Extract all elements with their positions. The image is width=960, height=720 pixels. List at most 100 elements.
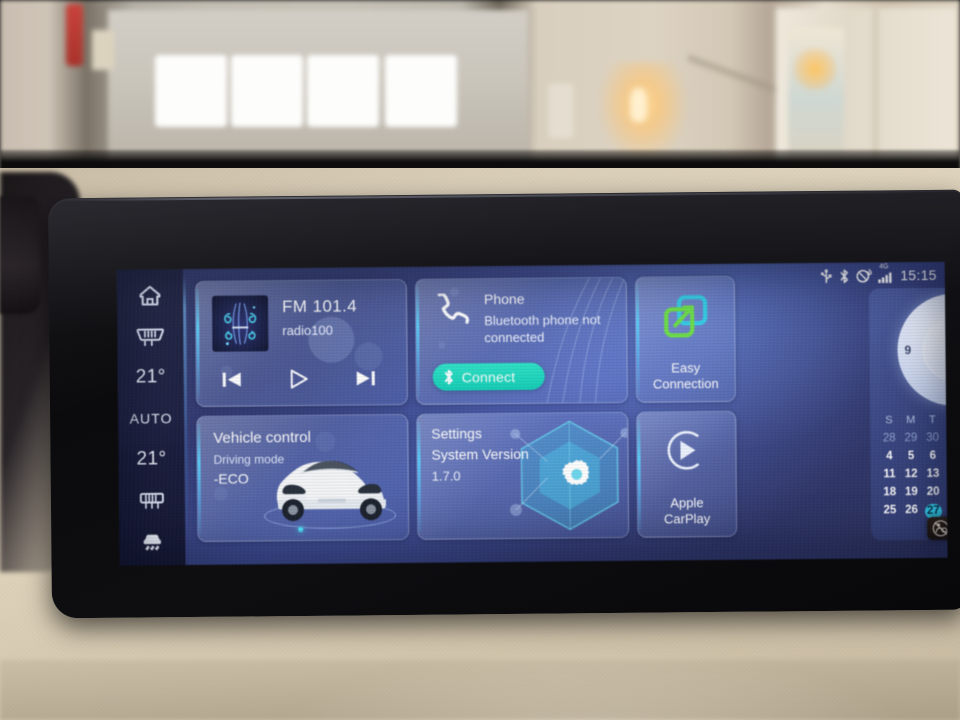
sidebar-item-driver-temp[interactable]: 21°	[125, 361, 177, 393]
calendar-day[interactable]: 20	[922, 483, 944, 501]
driver-temp-label: 21°	[135, 366, 166, 388]
calendar-weekday: W	[943, 412, 947, 429]
calendar-week-row: 4 5 6 7 8 9 10	[878, 446, 947, 465]
calendar-week-row: 18 19 20 21 22 23 24	[879, 482, 948, 501]
sidebar-item-front-defrost[interactable]	[124, 320, 176, 352]
next-track-button[interactable]	[353, 366, 379, 390]
dashboard-seam	[0, 660, 960, 720]
garage-window-pane	[231, 55, 303, 127]
calendar-day[interactable]: 4	[878, 447, 900, 465]
system-version-value: 1.7.0	[431, 468, 461, 484]
calendar-day[interactable]: 12	[900, 465, 922, 483]
calendar-day[interactable]: 26	[901, 501, 923, 522]
windshield-garage-background	[0, 0, 960, 172]
easy-connection-tile[interactable]: Easy Connection	[634, 275, 736, 403]
auto-label: AUTO	[129, 410, 173, 427]
calendar-day[interactable]: 14	[944, 465, 948, 483]
home-icon	[139, 285, 161, 306]
wall-sign	[92, 30, 114, 70]
apple-carplay-tile[interactable]: Apple CarPlay	[636, 410, 738, 538]
calendar-day[interactable]: 18	[879, 483, 901, 501]
previous-track-button[interactable]	[219, 368, 245, 392]
calendar-weekday: S	[885, 414, 893, 427]
calendar-weekday-row: S M T W T F S	[878, 411, 947, 429]
easy-connection-label-line2: Connection	[652, 376, 719, 392]
calendar-day[interactable]: 13	[922, 465, 944, 483]
signal-4g-icon: 4G	[878, 263, 893, 283]
traction-control-icon	[143, 534, 161, 551]
chandelier-light	[793, 48, 837, 90]
sidebar-item-home[interactable]	[124, 279, 176, 311]
apple-carplay-label-line2: CarPlay	[663, 511, 711, 527]
calendar-day[interactable]: 11	[879, 465, 901, 483]
door-frame	[872, 6, 879, 166]
front-defrost-icon	[136, 328, 164, 347]
vehicle-ring-dot	[298, 526, 304, 533]
home-tile-grid: FM 101.4 radio100 Phone Bluetooth phone …	[194, 275, 866, 553]
warm-lamp	[630, 88, 647, 122]
dashboard-photo-scene: 21° AUTO 21° FM 101.4 radio100 Phone Blu…	[0, 0, 960, 720]
calendar-week-row: 11 12 13 14 15 16 17	[879, 464, 948, 483]
radio-tile[interactable]: FM 101.4 radio100	[194, 278, 409, 407]
vehicle-illustration	[257, 439, 404, 536]
climate-rail: 21° AUTO 21°	[116, 269, 186, 566]
calendar-weekday: M	[906, 414, 916, 427]
usb-icon	[820, 268, 833, 283]
calendar-day[interactable]: 5	[900, 447, 922, 465]
network-type-label: 4G	[879, 262, 889, 270]
status-bar-clock: 15:15	[900, 266, 937, 284]
radio-station-label: FM 101.4	[281, 296, 358, 317]
phone-title: Phone	[483, 290, 525, 308]
phone-status-label: Bluetooth phone not connected	[484, 312, 601, 346]
radio-name-label: radio100	[282, 322, 333, 339]
sidebar-item-passenger-temp[interactable]: 21°	[125, 443, 177, 475]
settings-title: Settings	[431, 425, 482, 442]
skip-previous-icon	[222, 372, 241, 387]
violin-album-art-icon	[224, 302, 257, 346]
calendar-day[interactable]: 29	[900, 429, 922, 447]
calendar-day[interactable]: 31	[943, 429, 947, 447]
settings-tile[interactable]: Settings System Version 1.7.0	[416, 411, 630, 540]
sidebar-item-traction-control[interactable]	[126, 525, 178, 557]
sidebar-item-rear-defrost[interactable]	[126, 484, 178, 516]
rear-defrost-icon	[139, 492, 164, 509]
play-icon	[290, 369, 308, 389]
calendar-day[interactable]: 7	[944, 447, 948, 465]
wall-panel	[549, 84, 573, 138]
apple-carplay-label: Apple CarPlay	[638, 495, 736, 528]
infotainment-screen-bezel: 21° AUTO 21° FM 101.4 radio100 Phone Blu…	[48, 189, 960, 619]
garage-window-pane	[385, 55, 457, 127]
driving-mode-value: -ECO	[213, 470, 249, 487]
easy-connection-label: Easy Connection	[637, 360, 735, 393]
infotainment-display[interactable]: 21° AUTO 21° FM 101.4 radio100 Phone Blu…	[116, 261, 948, 566]
clock-calendar-panel[interactable]: 12 3 6 9 S M T W T F	[868, 286, 948, 541]
bluetooth-icon	[444, 369, 453, 385]
white-suv-illustration-icon	[276, 460, 386, 522]
bluetooth-icon	[839, 268, 850, 283]
clock-numeral-9: 9	[904, 343, 912, 358]
mute-icon	[856, 268, 873, 283]
calendar-day[interactable]: 21	[944, 483, 948, 501]
analog-clock: 12 3 6 9	[896, 293, 948, 407]
calendar-day[interactable]: 19	[900, 483, 922, 501]
sidebar-item-auto[interactable]: AUTO	[125, 402, 177, 434]
media-controls	[219, 366, 379, 392]
album-art	[211, 295, 269, 352]
fire-extinguisher	[66, 4, 83, 66]
garage-window-pane	[155, 55, 227, 127]
phone-tile[interactable]: Phone Bluetooth phone not connected Conn…	[414, 276, 628, 405]
calendar-weekday: T	[929, 413, 936, 426]
calendar-widget[interactable]: S M T W T F S 28 29 30 31 1 2	[878, 411, 947, 522]
screen-mirror-icon	[661, 293, 709, 344]
clock-inner-ring	[922, 318, 948, 382]
calendar-day[interactable]: 30	[922, 429, 944, 447]
play-button[interactable]	[286, 367, 312, 391]
connect-button[interactable]: Connect	[432, 362, 545, 391]
calendar-day[interactable]: 28	[878, 429, 900, 447]
calendar-day[interactable]: 6	[922, 447, 944, 465]
calendar-day[interactable]: 25	[879, 501, 901, 522]
vehicle-control-tile[interactable]: Vehicle control Driving mode -ECO	[196, 413, 410, 542]
status-badge-passenger-airbag: PASSENGER AIRBAG ON	[927, 515, 948, 540]
carplay-icon	[661, 426, 712, 479]
phone-handset-icon	[437, 293, 470, 324]
